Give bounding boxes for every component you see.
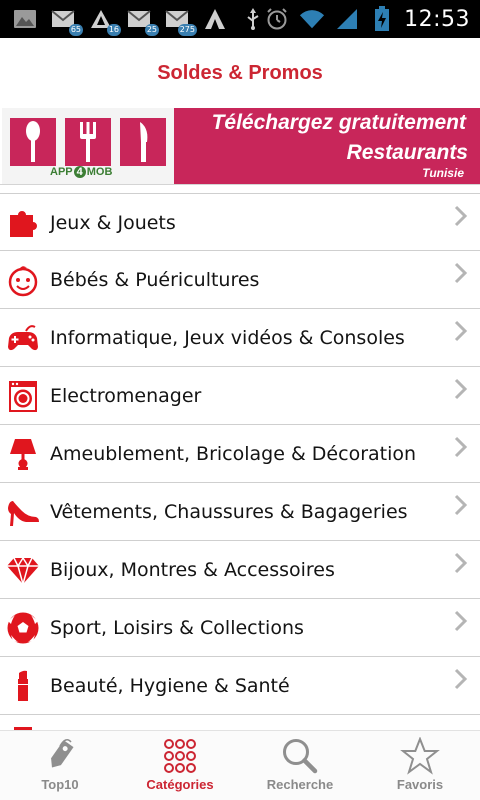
gallery-icon [12, 8, 38, 30]
chevron-right-icon [454, 205, 468, 227]
diamond-icon [6, 553, 40, 587]
chevron-right-icon [454, 552, 468, 574]
tab-recherche[interactable]: Recherche [240, 731, 360, 800]
category-label: Electromenager [50, 385, 202, 407]
chevron-right-icon [454, 262, 468, 284]
promo-banner[interactable]: APP 4 MOB Téléchargez gratuitement Restaur… [0, 108, 480, 184]
category-label: Ameublement, Bricolage & Décoration [50, 443, 417, 465]
category-row-vetements[interactable]: Vêtements, Chaussures & Bagageries [0, 483, 480, 541]
category-row-bijoux[interactable]: Bijoux, Montres & Accessoires [0, 541, 480, 599]
category-row-beaute[interactable]: Beauté, Hygiene & Santé [0, 657, 480, 715]
logo-text-mob: MOB [86, 166, 113, 178]
alarm-icon [264, 8, 290, 30]
category-label: Jeux & Jouets [50, 212, 176, 234]
notification-icons: 65 16 25 275 [12, 7, 266, 36]
tag-icon [40, 737, 80, 775]
logo-text-app: APP [50, 166, 73, 178]
tab-categories[interactable]: Catégories [120, 731, 240, 800]
app4mob-logo: APP 4 MOB [2, 108, 174, 184]
status-bar: 65 16 25 275 12:53 [0, 0, 480, 38]
banner-subheadline: Restaurants [346, 141, 468, 164]
battery-charging-icon [369, 6, 395, 31]
tab-label: Recherche [266, 777, 334, 792]
category-label: Beauté, Hygiene & Santé [50, 675, 290, 697]
washing-machine-icon [6, 379, 40, 413]
mail-count-badge: 25 [144, 24, 159, 36]
category-row-sport[interactable]: Sport, Loisirs & Collections [0, 599, 480, 657]
signal-icon [334, 8, 360, 30]
category-row-informatique[interactable]: Informatique, Jeux vidéos & Consoles [0, 309, 480, 367]
chevron-right-icon [454, 436, 468, 458]
system-icons: 12:53 [264, 0, 470, 38]
category-label: Vêtements, Chaussures & Bagageries [50, 501, 408, 523]
category-row-partial[interactable] [0, 715, 480, 730]
chevron-right-icon [454, 378, 468, 400]
category-label: Sport, Loisirs & Collections [50, 617, 304, 639]
warning-icon: 16 [88, 8, 121, 36]
fork-icon [65, 118, 111, 166]
tab-label: Catégories [146, 777, 214, 792]
puzzle-icon [6, 206, 40, 240]
app-a-icon [202, 8, 228, 30]
clock: 12:53 [404, 6, 470, 32]
chevron-right-icon [454, 494, 468, 516]
mail-count-badge: 275 [177, 24, 197, 36]
spoon-icon [10, 118, 56, 166]
soccer-ball-icon [6, 611, 40, 645]
grid-dots-icon [160, 737, 200, 775]
search-icon [280, 737, 320, 775]
mail-count-badge: 65 [68, 24, 83, 36]
banner-promo-text: Téléchargez gratuitement Restaurants Tun… [174, 108, 480, 184]
tab-top10[interactable]: Top10 [0, 731, 120, 800]
logo-text-four: 4 [73, 166, 86, 178]
knife-icon [120, 118, 166, 166]
mail-icon: 25 [126, 8, 159, 36]
banner-headline: Téléchargez gratuitement [211, 111, 466, 134]
tab-label: Top10 [41, 777, 79, 792]
gamepad-icon [6, 321, 40, 355]
mail-icon: 275 [164, 8, 197, 36]
chevron-right-icon [454, 668, 468, 690]
category-row-ameublement[interactable]: Ameublement, Bricolage & Décoration [0, 425, 480, 483]
bottom-navigation: Top10 Catégories Recherche Favoris [0, 730, 480, 800]
category-list[interactable]: Jeux & Jouets Bébés & Puéricultures Info… [0, 184, 480, 730]
high-heel-icon [6, 495, 40, 529]
category-row-bebes[interactable]: Bébés & Puéricultures [0, 251, 480, 309]
chevron-right-icon [454, 610, 468, 632]
baby-icon [6, 263, 40, 297]
page-title: Soldes & Promos [157, 61, 323, 84]
banner-country: Tunisie [422, 166, 464, 180]
wifi-icon [299, 8, 325, 30]
lamp-icon [6, 437, 40, 471]
tab-favoris[interactable]: Favoris [360, 731, 480, 800]
tab-label: Favoris [396, 777, 444, 792]
usb-icon [240, 8, 266, 30]
category-label: Bijoux, Montres & Accessoires [50, 559, 335, 581]
logo-wordmark: APP 4 MOB [50, 166, 112, 178]
lipstick-icon [6, 669, 40, 703]
category-row-jeux-jouets[interactable]: Jeux & Jouets [0, 193, 480, 251]
category-row-electromenager[interactable]: Electromenager [0, 367, 480, 425]
category-label: Bébés & Puéricultures [50, 269, 260, 291]
star-icon [400, 737, 440, 775]
title-bar: Soldes & Promos [0, 38, 480, 108]
category-label: Informatique, Jeux vidéos & Consoles [50, 327, 405, 349]
mail-icon: 65 [50, 8, 83, 36]
chevron-right-icon [454, 320, 468, 342]
warning-count-badge: 16 [106, 24, 121, 36]
